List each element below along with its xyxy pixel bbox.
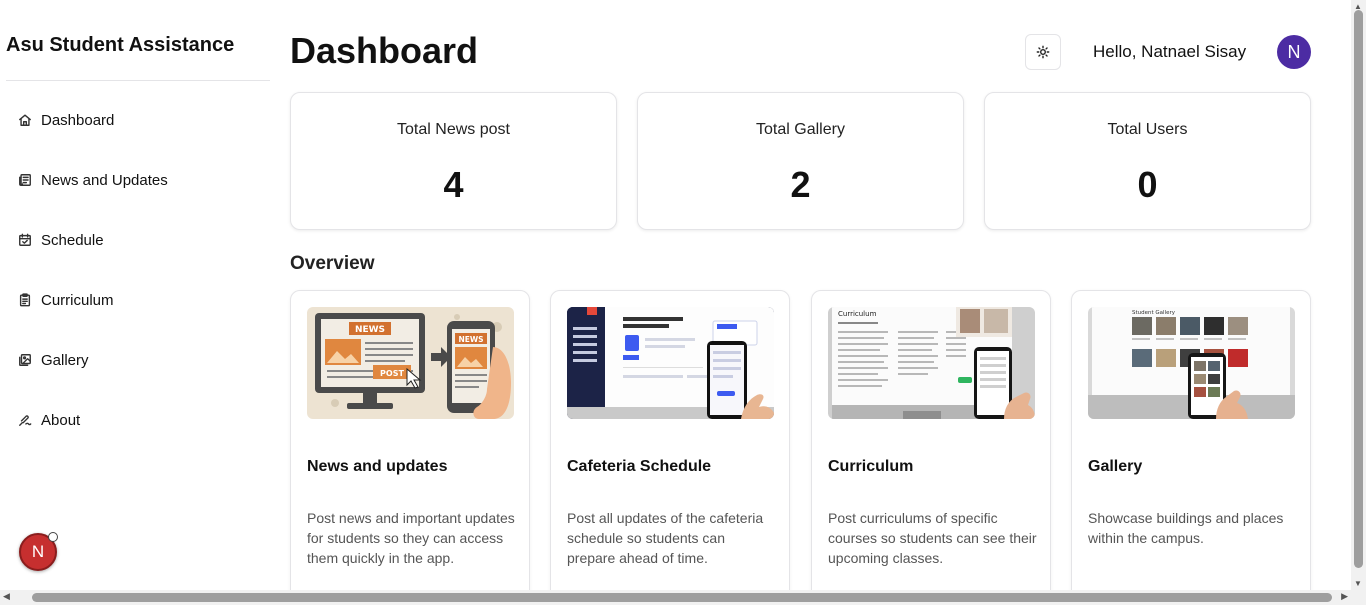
sidebar-item-schedule[interactable]: Schedule <box>0 220 270 260</box>
cafeteria-illustration <box>567 307 774 419</box>
avatar[interactable]: N <box>1277 35 1311 69</box>
scrollbar-corner <box>1351 590 1366 605</box>
horizontal-scrollbar-thumb[interactable] <box>32 593 1332 602</box>
card-description: Post curriculums of specific courses so … <box>828 510 1037 566</box>
horizontal-scrollbar[interactable]: ◀ ▶ <box>0 590 1351 605</box>
stat-value: 0 <box>1137 164 1158 205</box>
overview-card-curriculum[interactable]: Curriculum Curriculum Post curriculums o… <box>811 290 1051 605</box>
avatar-initial: N <box>1287 41 1301 62</box>
home-icon <box>18 113 32 127</box>
overview-card-cafeteria[interactable]: Cafeteria Schedule Post all updates of t… <box>550 290 790 605</box>
sidebar-item-news[interactable]: News and Updates <box>0 160 270 200</box>
scroll-right-arrow-icon[interactable]: ▶ <box>1341 591 1348 602</box>
svg-text:Curriculum: Curriculum <box>838 310 877 318</box>
sun-icon <box>1036 45 1050 59</box>
overview-card-news[interactable]: NEWS POST NEWS News and updates Post new… <box>290 290 530 605</box>
stat-value: 2 <box>790 164 811 205</box>
stat-card-gallery: Total Gallery 2 <box>637 92 964 230</box>
card-title: Gallery <box>1088 458 1143 475</box>
vertical-scrollbar[interactable]: ▲ ▼ <box>1351 0 1366 590</box>
gallery-illustration: Student Gallery <box>1088 307 1295 419</box>
notification-dot <box>48 532 58 542</box>
stat-label: Total Gallery <box>756 121 845 138</box>
stat-value: 4 <box>443 164 464 205</box>
sidebar-nav: Dashboard News and Updates Schedule Curr… <box>0 100 270 460</box>
badge-initial: N <box>31 542 45 561</box>
card-title: Cafeteria Schedule <box>567 458 712 475</box>
sidebar-item-label: Gallery <box>41 351 89 369</box>
svg-text:Student Gallery: Student Gallery <box>1132 310 1176 316</box>
user-greeting: Hello, Natnael Sisay <box>1093 42 1247 61</box>
overview-card-gallery[interactable]: Student Gallery Gallery Showcase buildin… <box>1071 290 1311 605</box>
signature-icon <box>18 413 32 427</box>
stat-label: Total News post <box>397 121 510 138</box>
card-title: News and updates <box>307 458 448 475</box>
sidebar-item-label: About <box>41 411 81 429</box>
calendar-icon <box>18 233 32 247</box>
svg-text:NEWS: NEWS <box>355 325 385 335</box>
stat-label: Total Users <box>1107 121 1188 138</box>
sidebar-item-label: Curriculum <box>41 291 114 309</box>
svg-text:POST: POST <box>380 369 404 378</box>
sidebar: Asu Student Assistance Dashboard News an… <box>0 0 275 605</box>
card-description: Post news and important updates for stud… <box>307 510 515 566</box>
card-title: Curriculum <box>828 458 914 475</box>
devtools-badge-button[interactable]: N <box>19 532 58 571</box>
brand-title: Asu Student Assistance <box>6 34 235 56</box>
sidebar-item-curriculum[interactable]: Curriculum <box>0 280 270 320</box>
clipboard-icon <box>18 293 32 307</box>
card-description: Post all updates of the cafeteria schedu… <box>567 510 764 566</box>
images-icon <box>18 353 32 367</box>
theme-toggle-button[interactable] <box>1025 34 1061 70</box>
scroll-down-arrow-icon[interactable]: ▼ <box>1354 579 1362 588</box>
newspaper-icon <box>18 173 32 187</box>
sidebar-item-label: Schedule <box>41 231 104 249</box>
stat-card-news: Total News post 4 <box>290 92 617 230</box>
sidebar-item-label: Dashboard <box>41 111 115 129</box>
news-illustration: NEWS POST NEWS <box>307 307 514 419</box>
svg-text:NEWS: NEWS <box>458 335 483 344</box>
curriculum-illustration: Curriculum <box>828 307 1035 419</box>
overview-heading: Overview <box>290 253 375 274</box>
sidebar-item-label: News and Updates <box>41 171 168 189</box>
stat-card-users: Total Users 0 <box>984 92 1311 230</box>
sidebar-item-dashboard[interactable]: Dashboard <box>0 100 270 140</box>
sidebar-item-about[interactable]: About <box>0 400 270 440</box>
sidebar-item-gallery[interactable]: Gallery <box>0 340 270 380</box>
card-description: Showcase buildings and places within the… <box>1088 510 1284 546</box>
vertical-scrollbar-thumb[interactable] <box>1354 10 1363 568</box>
scroll-left-arrow-icon[interactable]: ◀ <box>3 591 10 602</box>
divider <box>6 80 270 81</box>
page-title: Dashboard <box>290 30 479 71</box>
